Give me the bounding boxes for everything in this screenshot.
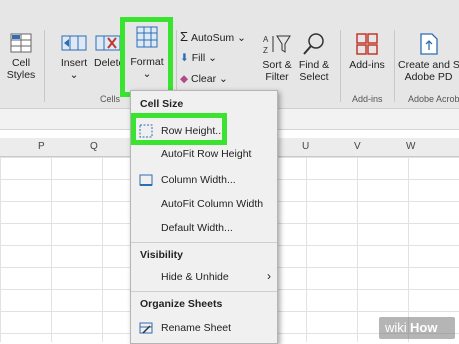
column-header-q[interactable]: Q [90, 141, 98, 152]
fill-label: Fill [191, 52, 206, 64]
sort-filter-label: Sort & [262, 59, 292, 71]
menu-item-autofit-column-width[interactable]: AutoFit Column Width [131, 193, 277, 215]
column-header-w[interactable]: W [406, 141, 415, 152]
menu-item-rename-sheet[interactable]: Rename Sheet [131, 317, 277, 339]
watermark-wiki-text: wiki [385, 320, 407, 335]
find-select-label-2: Select [299, 71, 329, 83]
column-width-label: Column Width... [161, 174, 236, 186]
group-label-adobe: Adobe Acrob [408, 94, 459, 104]
cell-styles-button[interactable]: Cell Styles [4, 32, 38, 81]
insert-button[interactable]: Insert ⌄ [56, 32, 92, 81]
insert-label: Insert [60, 57, 88, 69]
delete-cells-icon [95, 35, 121, 51]
fill-button[interactable]: ⬇ Fill ⌄ [180, 52, 250, 64]
clear-button[interactable]: ◆ Clear ⌄ [180, 73, 250, 85]
addins-label: Add-ins [349, 59, 385, 71]
find-select-button[interactable]: Find & Select [296, 32, 332, 83]
autofit-column-width-label: AutoFit Column Width [161, 198, 264, 210]
menu-separator [131, 291, 277, 292]
format-highlight-box [120, 17, 173, 97]
svg-text:Z: Z [263, 46, 268, 55]
create-share-pdf-button[interactable]: Create and Sh Adobe PD [398, 32, 459, 83]
find-select-label: Find & [298, 59, 330, 71]
group-label-cells: Cells [100, 94, 121, 104]
default-width-label: Default Width... [161, 222, 233, 234]
insert-dropdown-icon: ⌄ [69, 69, 79, 81]
addins-button[interactable]: Add-ins [346, 32, 388, 71]
autosum-button[interactable]: Σ AutoSum ⌄ [180, 29, 260, 44]
eraser-icon: ◆ [180, 73, 189, 85]
menu-separator [131, 242, 277, 243]
magnifier-icon [303, 33, 324, 55]
hide-unhide-label: Hide & Unhide [161, 271, 229, 283]
svg-text:A: A [263, 35, 269, 44]
insert-cells-icon [61, 35, 87, 51]
cell-styles-label: Cell [11, 57, 31, 69]
sort-filter-button[interactable]: A Z Sort & Filter [259, 32, 295, 83]
sort-filter-label-2: Filter [265, 71, 289, 83]
menu-header-organize-sheets: Organize Sheets [140, 298, 223, 310]
addins-grid-icon [356, 33, 378, 55]
create-share-label-2: Adobe PD [404, 71, 453, 83]
create-share-label: Create and Sh [398, 59, 459, 71]
menu-header-cell-size: Cell Size [140, 98, 184, 110]
rename-sheet-label: Rename Sheet [161, 322, 232, 334]
column-width-icon [139, 174, 153, 186]
cell-styles-icon [10, 33, 32, 53]
column-header-u[interactable]: U [302, 141, 309, 152]
autofit-row-height-label: AutoFit Row Height [161, 148, 252, 160]
ribbon-separator [340, 30, 341, 102]
group-label-addins: Add-ins [352, 94, 383, 104]
sort-filter-icon: A Z [263, 35, 291, 55]
fill-down-icon: ⬇ [180, 52, 189, 64]
menu-header-visibility: Visibility [140, 249, 183, 261]
clear-label: Clear [191, 73, 217, 85]
autosum-dropdown-icon: ⌄ [237, 32, 246, 44]
fill-dropdown-icon: ⌄ [208, 52, 217, 64]
ribbon-separator [394, 30, 395, 102]
submenu-chevron-right-icon: › [267, 269, 271, 283]
menu-item-column-width[interactable]: Column Width... [131, 169, 277, 191]
clear-dropdown-icon: ⌄ [219, 73, 228, 85]
cell-styles-label-2: Styles [6, 69, 36, 81]
menu-item-default-width[interactable]: Default Width... [131, 217, 277, 239]
column-header-v[interactable]: V [354, 141, 361, 152]
menu-item-hide-unhide[interactable]: Hide & Unhide › [131, 266, 277, 288]
row-height-highlight-box [131, 113, 227, 145]
column-header-p[interactable]: P [38, 141, 45, 152]
watermark-how-text: How [410, 320, 438, 335]
menu-item-autofit-row-height[interactable]: AutoFit Row Height [131, 143, 277, 165]
pdf-share-icon [419, 33, 438, 55]
delete-label: Delete [94, 57, 122, 69]
wikihow-watermark: wiki How [379, 317, 455, 339]
rename-sheet-icon [139, 322, 153, 334]
autosum-label: AutoSum [190, 32, 235, 44]
delete-button[interactable]: Delete [94, 32, 122, 69]
sigma-icon: Σ [180, 29, 189, 44]
ribbon-separator [44, 30, 45, 102]
